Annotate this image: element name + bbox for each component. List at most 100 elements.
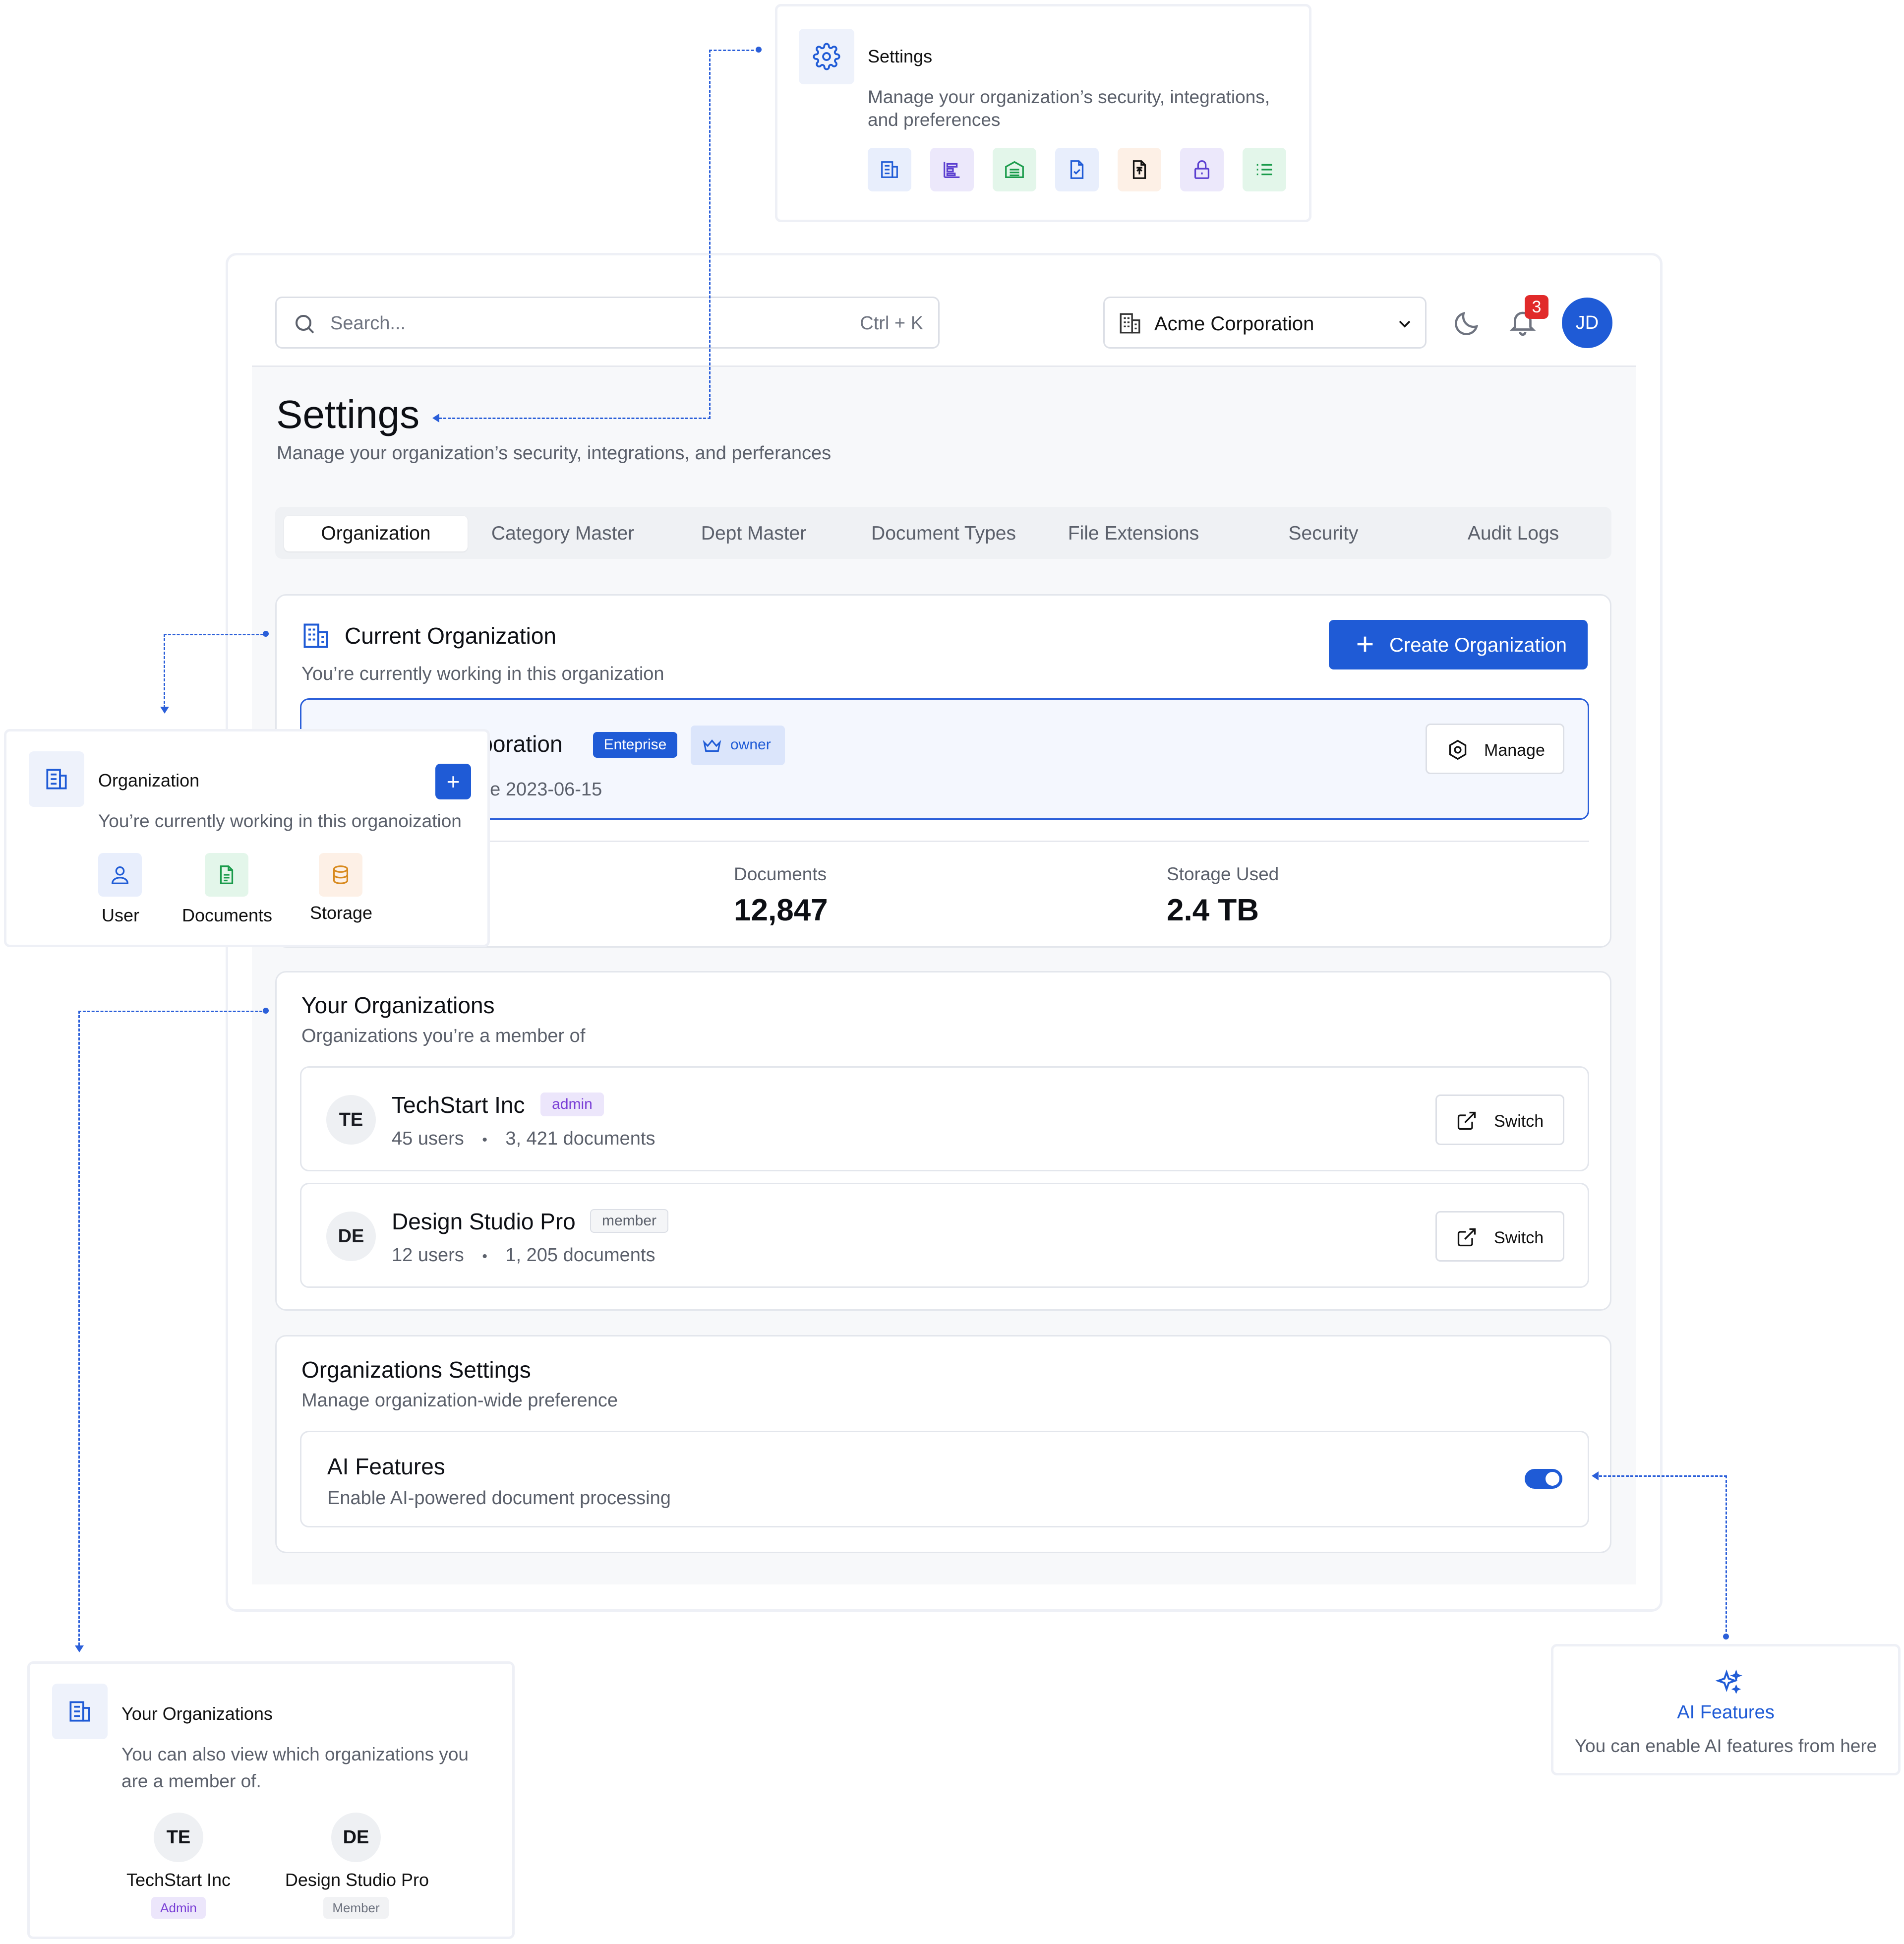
org-meta: 12 users • 1, 205 documents: [392, 1245, 655, 1266]
organization-callout-description: You’re currently working in this organoi…: [98, 811, 462, 831]
page-subtitle: Manage your organization’s security, int…: [277, 443, 832, 464]
role-badge-label: owner: [730, 736, 771, 753]
tab-dept-master[interactable]: Dept Master: [659, 516, 848, 551]
building-icon: [1118, 311, 1142, 336]
switch-button[interactable]: Switch: [1435, 1094, 1564, 1145]
organization-callout: Organization + You’re currently working …: [4, 729, 490, 947]
org-avatar: DE: [331, 1813, 381, 1862]
user-avatar[interactable]: JD: [1562, 298, 1612, 348]
connector-line: [164, 634, 268, 635]
toggle-knob: [1546, 1472, 1559, 1486]
ai-features-callout: AI Features You can enable AI features f…: [1551, 1644, 1901, 1775]
connector-line: [78, 1011, 80, 1645]
ai-features-callout-description: You can enable AI features from here: [1574, 1736, 1877, 1756]
tab-organization[interactable]: Organization: [284, 516, 468, 551]
current-organization-subtitle: You’re currently working in this organiz…: [301, 664, 664, 684]
org-avatar: TE: [154, 1813, 203, 1862]
connector-arrow: [75, 1645, 84, 1652]
manage-button-label: Manage: [1484, 741, 1545, 760]
org-users: 45 users: [392, 1128, 464, 1149]
building-icon-tile: [29, 751, 84, 807]
user-icon: [98, 853, 142, 897]
user-label: User: [101, 905, 139, 925]
stat-documents-label: Documents: [734, 864, 827, 884]
external-link-icon: [1456, 1226, 1478, 1248]
connector-line: [709, 50, 759, 51]
stat-storage-value: 2.4 TB: [1167, 893, 1259, 927]
connector-line: [709, 50, 711, 419]
your-organizations-subtitle: Organizations you’re a member of: [301, 1026, 586, 1046]
org-name: Design Studio Pro: [392, 1209, 576, 1234]
building-icon: [301, 621, 331, 651]
tab-document-types[interactable]: Document Types: [849, 516, 1038, 551]
search-input[interactable]: Search... Ctrl + K: [275, 297, 940, 349]
chevron-down-icon: [1395, 314, 1415, 334]
current-organization-title: Current Organization: [345, 623, 556, 649]
plus-icon: [1354, 633, 1376, 656]
ai-features-description: Enable AI-powered document processing: [327, 1488, 671, 1509]
your-organizations-callout-title: Your Organizations: [121, 1703, 273, 1724]
manage-button[interactable]: Manage: [1426, 724, 1564, 774]
settings-tabs: Organization Category Master Dept Master…: [275, 507, 1611, 559]
tab-category-master[interactable]: Category Master: [469, 516, 657, 551]
settings-callout-description: Manage your organization’s security, int…: [868, 87, 1270, 130]
gear-icon: [813, 43, 840, 70]
role-badge: owner: [691, 726, 785, 765]
your-organizations-callout-line2: are a member of.: [121, 1771, 261, 1791]
connector-line: [164, 634, 165, 708]
org-documents: 3, 421 documents: [505, 1128, 655, 1149]
tab-audit-logs[interactable]: Audit Logs: [1419, 516, 1607, 551]
your-organizations-callout-line1: You can also view which organizations yo…: [121, 1744, 469, 1764]
org-role-badge: admin: [540, 1093, 604, 1116]
settings-callout: Settings Manage your organization’s secu…: [775, 4, 1311, 222]
gear-icon: [1447, 739, 1469, 761]
document-icon: [205, 853, 248, 897]
organization-selector-label: Acme Corporation: [1154, 313, 1314, 335]
storage-label: Storage: [309, 903, 373, 923]
tab-file-extensions[interactable]: File Extensions: [1039, 516, 1228, 551]
notification-count-badge: 3: [1525, 295, 1548, 319]
organization-settings-subtitle: Manage organization-wide preference: [301, 1390, 618, 1411]
ai-features-toggle[interactable]: [1525, 1469, 1562, 1489]
connector-dot: [263, 1008, 269, 1014]
connector-dot: [756, 47, 762, 53]
page-title: Settings: [276, 392, 420, 436]
switch-button[interactable]: Switch: [1435, 1211, 1564, 1262]
add-organization-button[interactable]: +: [435, 764, 471, 799]
ai-features-callout-title: AI Features: [1677, 1702, 1775, 1723]
org-name: Design Studio Pro: [285, 1870, 429, 1890]
organization-selector[interactable]: Acme Corporation: [1103, 297, 1427, 349]
connector-line: [1726, 1475, 1727, 1637]
moon-icon[interactable]: [1452, 308, 1482, 338]
your-organizations-title: Your Organizations: [301, 992, 495, 1018]
org-users: 12 users: [392, 1245, 464, 1266]
org-name: TechStart Inc: [392, 1092, 525, 1118]
stat-documents-value: 12,847: [734, 893, 828, 927]
crown-icon: [702, 735, 722, 756]
organization-settings-title: Organizations Settings: [301, 1357, 531, 1383]
lock-icon: [1180, 148, 1224, 191]
database-icon: [319, 853, 362, 897]
list-item: TE TechStart Inc admin 45 users • 3, 421…: [300, 1066, 1589, 1171]
divider: [300, 841, 1589, 842]
switch-button-label: Switch: [1494, 1228, 1544, 1247]
building-icon: [43, 765, 70, 793]
org-avatar: TE: [326, 1095, 376, 1145]
building-icon-tile: [52, 1684, 108, 1739]
documents-label: Documents: [181, 905, 273, 925]
building-icon: [66, 1698, 94, 1725]
organization-callout-title: Organization: [98, 770, 200, 790]
create-organization-label: Create Organization: [1389, 634, 1567, 656]
current-organization-card: rporation Enteprise owner nce 2023-06-15…: [300, 698, 1589, 820]
org-role-badge: Admin: [151, 1897, 206, 1919]
connector-line: [78, 1011, 267, 1012]
archive-icon: [993, 148, 1036, 191]
tab-security[interactable]: Security: [1229, 516, 1418, 551]
connector-arrow: [432, 414, 439, 423]
file-upload-icon: [1118, 148, 1161, 191]
external-link-icon: [1456, 1110, 1478, 1132]
ai-features-title: AI Features: [327, 1454, 445, 1479]
list-item: DE Design Studio Pro member 12 users • 1…: [300, 1183, 1589, 1288]
create-organization-button[interactable]: Create Organization: [1329, 620, 1588, 669]
your-organizations-callout: Your Organizations You can also view whi…: [27, 1661, 515, 1939]
